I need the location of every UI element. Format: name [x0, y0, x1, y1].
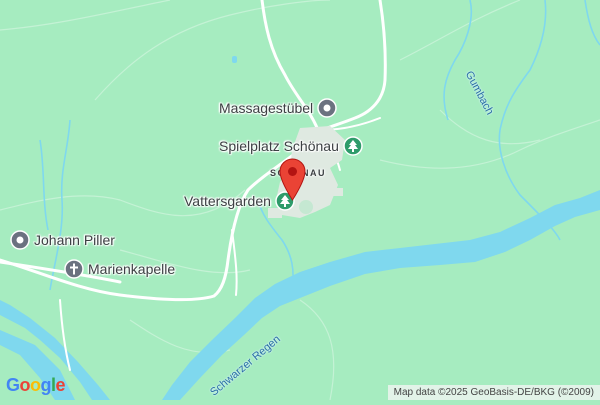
map-attribution[interactable]: Map data ©2025 GeoBasis-DE/BKG (©2009) [387, 385, 600, 400]
tree-icon [343, 136, 363, 156]
logo-letter: e [55, 375, 66, 395]
poi-massagestuebel[interactable]: Massagestübel [219, 98, 337, 118]
small-pond [232, 56, 237, 63]
green-patch [299, 200, 313, 214]
logo-letter: G [6, 375, 20, 395]
logo-letter: o [19, 375, 31, 395]
poi-spielplatz-schoenau[interactable]: Spielplatz Schönau [219, 136, 363, 156]
logo-letter: g [40, 375, 52, 395]
poi-label-johann-piller: Johann Piller [34, 232, 115, 248]
circle-poi-icon [10, 230, 30, 250]
circle-poi-icon [317, 98, 337, 118]
logo-letter: o [30, 375, 41, 395]
cross-icon [64, 259, 84, 279]
poi-label-spielplatz-schoenau: Spielplatz Schönau [219, 138, 339, 154]
location-pin-icon[interactable] [279, 158, 306, 201]
poi-label-marienkapelle: Marienkapelle [88, 261, 176, 277]
poi-label-massagestuebel: Massagestübel [219, 100, 314, 116]
map-canvas[interactable]: Massagestübel Spielplatz Schönau Vatters… [0, 0, 600, 401]
google-logo[interactable]: Google [6, 375, 66, 396]
poi-label-vattersgarden: Vattersgarden [184, 193, 271, 209]
poi-johann-piller[interactable]: Johann Piller [10, 230, 115, 250]
poi-marienkapelle[interactable]: Marienkapelle [64, 259, 175, 279]
